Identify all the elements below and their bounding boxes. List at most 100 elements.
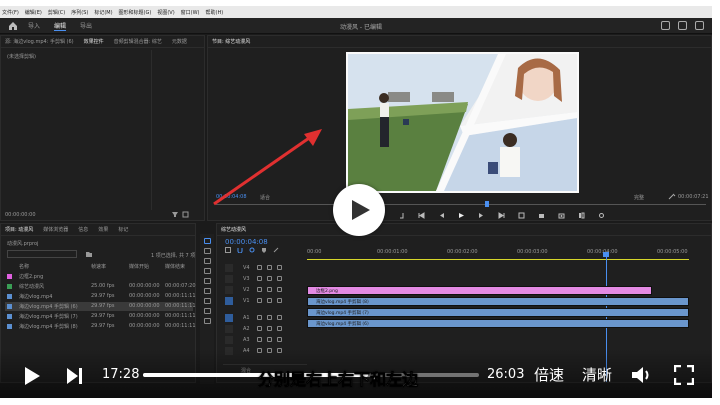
track-target-toggle[interactable] [225,325,233,333]
track-eye-icon[interactable] [277,276,282,281]
track-eye-icon[interactable] [277,265,282,270]
playhead[interactable] [485,201,489,207]
mark-out-icon[interactable] [398,212,405,219]
track-sync-icon[interactable] [267,287,272,292]
timeline-clip[interactable]: 海边vlog.mp4 手剪辑 (8) [307,297,689,306]
tab-source[interactable]: 源: 海边vlog.mp4: 手剪辑 (6) [5,38,74,45]
menu-window[interactable]: 窗口(W) [181,9,200,16]
track-lock-icon[interactable] [257,326,262,331]
track-target-toggle[interactable] [225,286,233,294]
quality-button[interactable]: 清晰 [582,364,612,385]
column-media-start[interactable]: 媒体开始 [129,263,149,270]
project-item[interactable]: 综艺动漫风 25.00 fps 00:00:00:00 00:00:07:20 [5,282,196,291]
column-fps[interactable]: 帧速率 [91,263,106,270]
tab-metadata[interactable]: 元数据 [172,38,187,45]
work-area-bar[interactable] [307,259,689,260]
track-eye-icon[interactable] [277,315,282,320]
menu-help[interactable]: 帮助(H) [206,9,224,16]
tab-audio-mixer[interactable]: 音频剪辑混合器: 综艺 [114,38,162,45]
menu-sequence[interactable]: 序列(S) [71,9,88,16]
timeline-clip[interactable]: 海边vlog.mp4 手剪辑 (6) [307,319,689,328]
track-label-v3[interactable]: V3 [243,276,250,282]
track-sync-icon[interactable] [267,315,272,320]
filter-icon[interactable] [171,211,191,218]
tab-edit[interactable]: 编辑 [54,21,67,31]
tab-markers[interactable]: 标记 [118,226,128,233]
menu-edit[interactable]: 编辑(E) [25,9,42,16]
track-select-icon[interactable] [203,248,211,254]
step-forward-icon[interactable] [478,212,485,219]
track-sync-icon[interactable] [267,337,272,342]
track-lock-icon[interactable] [257,287,262,292]
time-ruler[interactable]: 00:00 00:00:01:00 00:00:02:00 00:00:03:00 00… [307,248,707,258]
project-item[interactable]: 边框2.png [5,272,193,281]
track-target-toggle[interactable] [225,264,233,272]
track-target-toggle[interactable] [225,275,233,283]
track-label-a3[interactable]: A3 [243,337,250,343]
extract-icon[interactable] [538,212,545,219]
column-name[interactable]: 名称 [19,263,29,270]
linked-selection-icon[interactable] [249,247,255,253]
hand-tool-icon[interactable] [203,308,211,314]
project-item[interactable]: 海边vlog.mp4 手剪辑 (7) 29.97 fps 00:00:00:00 00… [5,312,196,321]
tab-sequence[interactable]: 综艺动漫风 [221,226,246,233]
next-episode-button[interactable] [66,367,84,385]
wrench-icon[interactable] [668,193,676,200]
project-item[interactable]: 海边vlog.mp4 手剪辑 (6) 29.97 fps 00:00:00:00 00… [5,302,196,311]
track-lock-icon[interactable] [257,265,262,270]
tab-export[interactable]: 导出 [80,21,92,31]
track-label-a1[interactable]: A1 [243,315,250,321]
home-icon[interactable] [8,21,18,31]
track-eye-icon[interactable] [277,326,282,331]
center-play-button[interactable] [333,184,385,236]
project-search-input[interactable] [7,250,77,258]
track-label-v1[interactable]: V1 [243,298,250,304]
quick-export-icon[interactable] [678,21,687,30]
menu-file[interactable]: 文件(F) [2,9,19,16]
rectangle-tool-icon[interactable] [203,298,211,304]
tab-import[interactable]: 导入 [28,21,40,31]
track-lock-icon[interactable] [257,337,262,342]
menu-graphics[interactable]: 图形和标题(G) [119,9,152,16]
playhead-handle[interactable] [603,252,609,257]
track-target-toggle[interactable] [225,336,233,344]
settings-icon[interactable] [598,212,605,219]
menu-view[interactable]: 视图(V) [157,9,174,16]
folder-icon[interactable] [85,250,93,258]
project-item[interactable]: 海边vlog.mp4 29.97 fps 00:00:00:00 00:00:11:1… [5,292,196,301]
track-lock-icon[interactable] [257,298,262,303]
track-label-v4[interactable]: V4 [243,265,250,271]
play-pause-button[interactable] [22,366,42,386]
tab-project[interactable]: 项目: 动漫风 [5,226,33,233]
speed-button[interactable]: 倍速 [534,364,564,385]
tab-media-browser[interactable]: 媒体浏览器 [43,226,68,233]
go-to-out-icon[interactable] [498,212,505,219]
workspaces-icon[interactable] [661,21,670,30]
pen-tool-icon[interactable] [203,288,211,294]
add-marker-timeline-icon[interactable] [261,247,267,253]
ripple-edit-icon[interactable] [203,258,211,264]
slip-tool-icon[interactable] [203,278,211,284]
volume-icon[interactable] [631,365,653,385]
tab-info[interactable]: 信息 [78,226,88,233]
menu-markers[interactable]: 标记(M) [94,9,112,16]
track-target-toggle[interactable] [225,314,233,322]
track-sync-icon[interactable] [267,276,272,281]
fullscreen-icon[interactable] [695,21,704,30]
go-to-in-icon[interactable] [418,212,425,219]
resolution-dropdown[interactable]: 完整 [634,194,644,201]
track-lock-icon[interactable] [257,276,262,281]
menu-clip[interactable]: 剪辑(C) [48,9,65,16]
lift-icon[interactable] [518,212,525,219]
timeline-settings-icon[interactable] [273,247,279,253]
camera-icon[interactable] [558,212,565,219]
selection-tool-icon[interactable] [203,238,211,244]
snap-icon[interactable] [237,247,243,253]
track-sync-icon[interactable] [267,326,272,331]
tab-effect-controls[interactable]: 效果控件 [84,38,104,45]
play-icon[interactable] [458,212,465,219]
column-media-end[interactable]: 媒体结束 [165,263,185,270]
track-eye-icon[interactable] [277,287,282,292]
timeline-clip[interactable]: 边框2.png [307,286,652,295]
compare-icon[interactable] [578,212,585,219]
